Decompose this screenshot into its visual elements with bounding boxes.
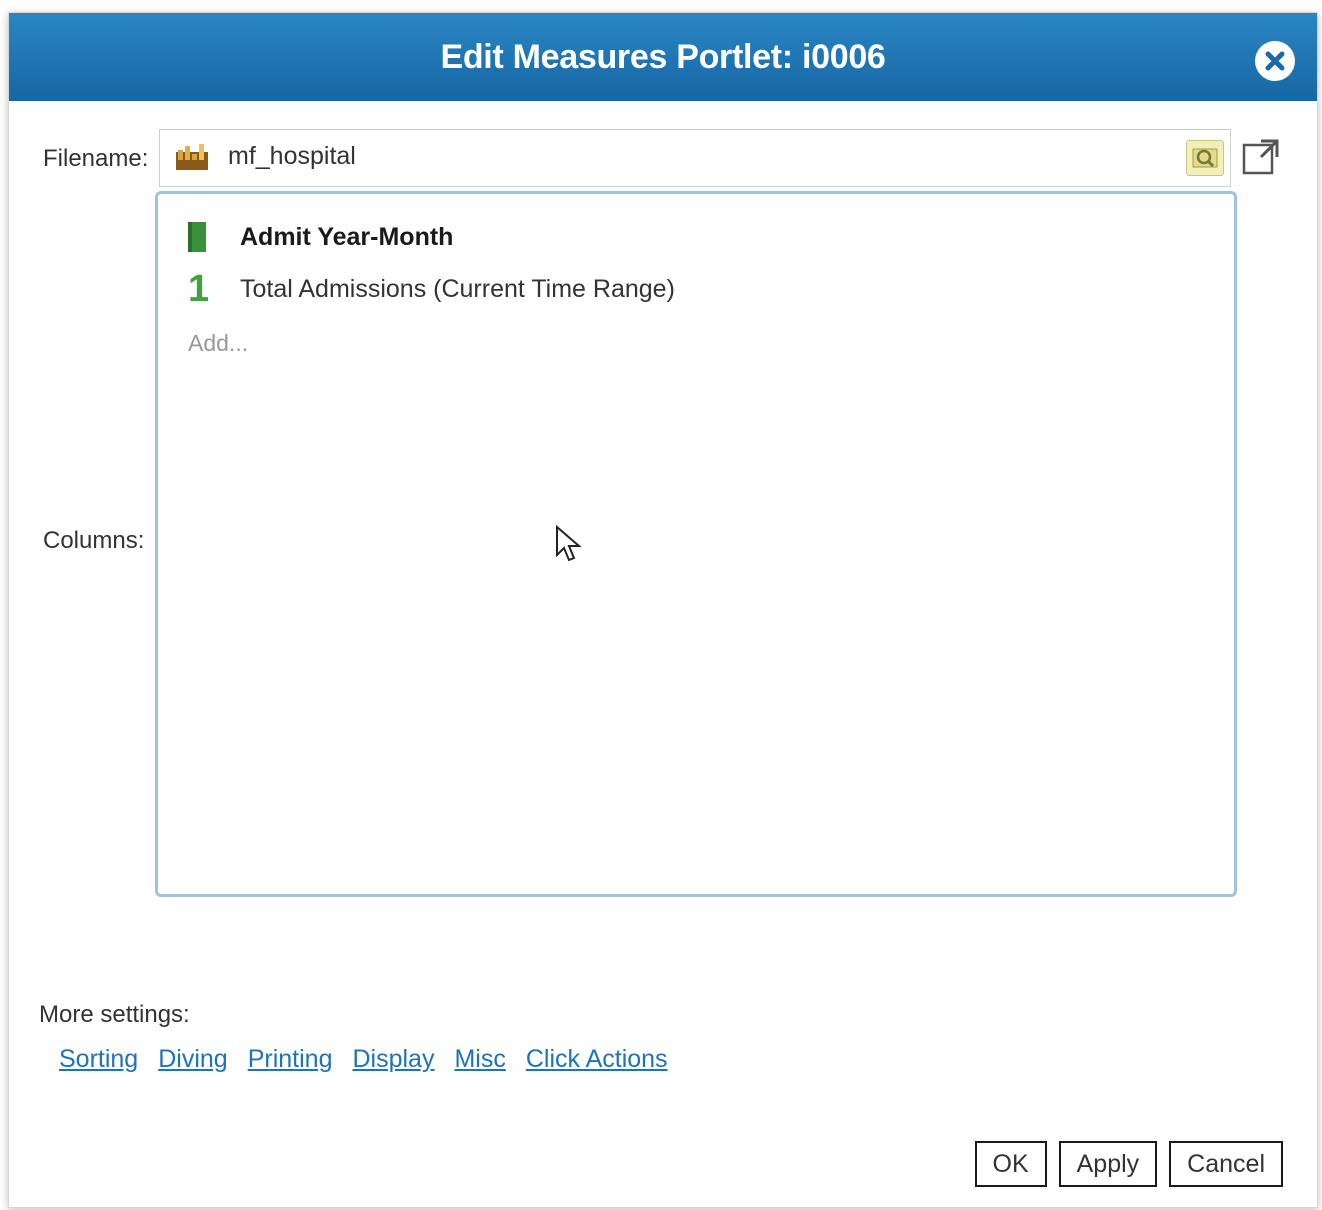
filename-field[interactable]: mf_hospital bbox=[159, 129, 1231, 187]
browse-button[interactable] bbox=[1186, 140, 1224, 176]
close-icon bbox=[1265, 51, 1285, 71]
click-actions-link[interactable]: Click Actions bbox=[526, 1045, 668, 1074]
dialog-title: Edit Measures Portlet: i0006 bbox=[440, 37, 886, 76]
ok-button[interactable]: OK bbox=[974, 1141, 1047, 1187]
close-button[interactable] bbox=[1255, 41, 1295, 81]
column-item-dimension[interactable]: Admit Year-Month bbox=[188, 222, 453, 252]
display-link[interactable]: Display bbox=[352, 1045, 434, 1074]
edit-measures-dialog: Edit Measures Portlet: i0006 Filename: m… bbox=[8, 12, 1318, 1208]
open-external-button[interactable] bbox=[1241, 137, 1281, 180]
column-item-label: Total Admissions (Current Time Range) bbox=[240, 274, 675, 303]
dimension-icon bbox=[188, 222, 206, 252]
columns-label: Columns: bbox=[43, 527, 145, 554]
columns-list[interactable]: Admit Year-Month 1 Total Admissions (Cur… bbox=[155, 191, 1237, 897]
apply-button[interactable]: Apply bbox=[1058, 1141, 1158, 1187]
open-external-icon bbox=[1242, 139, 1279, 175]
column-item-measure[interactable]: 1 Total Admissions (Current Time Range) bbox=[188, 268, 675, 310]
misc-link[interactable]: Misc bbox=[454, 1045, 505, 1074]
dialog-buttons: OK Apply Cancel bbox=[974, 1141, 1283, 1187]
dialog-titlebar[interactable]: Edit Measures Portlet: i0006 bbox=[9, 13, 1317, 101]
filename-label: Filename: bbox=[43, 145, 149, 172]
column-item-label: Admit Year-Month bbox=[240, 222, 454, 251]
add-column-link[interactable]: Add... bbox=[188, 330, 248, 357]
measure-icon: 1 bbox=[188, 268, 210, 310]
chart-file-icon bbox=[174, 142, 210, 177]
cancel-button[interactable]: Cancel bbox=[1169, 1141, 1283, 1187]
browse-search-icon bbox=[1192, 148, 1218, 168]
filename-value: mf_hospital bbox=[228, 142, 356, 170]
more-settings-label: More settings: bbox=[39, 1001, 190, 1028]
sorting-link[interactable]: Sorting bbox=[59, 1045, 138, 1074]
diving-link[interactable]: Diving bbox=[158, 1045, 227, 1074]
more-settings-links: Sorting Diving Printing Display Misc Cli… bbox=[59, 1045, 668, 1074]
mouse-cursor-icon bbox=[555, 524, 583, 570]
printing-link[interactable]: Printing bbox=[248, 1045, 333, 1074]
